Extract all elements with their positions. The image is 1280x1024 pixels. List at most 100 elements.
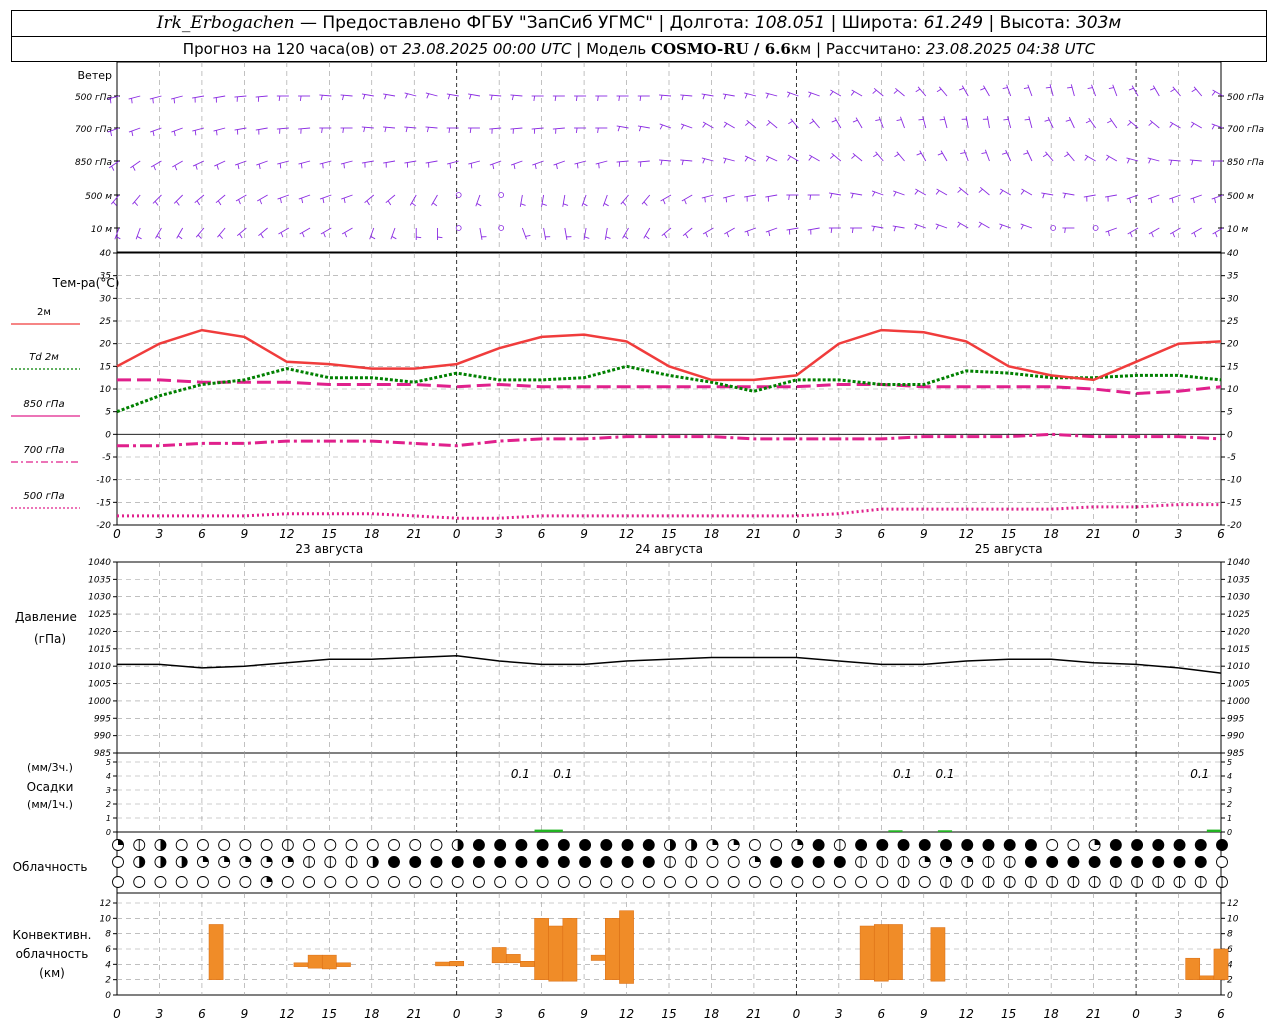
wind-barb — [1191, 227, 1202, 235]
wind-barb — [1149, 119, 1160, 129]
wind-barb-feather — [1169, 160, 1173, 166]
cloud-circle — [196, 839, 209, 851]
cloud-half — [670, 839, 676, 851]
wind-barb — [831, 152, 842, 162]
wind-barb-feather — [432, 202, 438, 207]
cloud-cover-symbol — [451, 876, 464, 888]
pressure-tick-label-left: 1010 — [88, 662, 111, 672]
wind-barb-feather — [765, 156, 770, 162]
cloud-full — [813, 839, 825, 851]
cloud-full — [537, 839, 549, 851]
cloud-full — [622, 856, 634, 868]
cloud-full — [579, 839, 591, 851]
cloud-full — [1046, 856, 1058, 868]
wind-barb — [852, 152, 863, 162]
wind-barb — [532, 160, 544, 166]
cloud-circle — [536, 876, 549, 888]
pressure-tick-label-right: 1005 — [1227, 680, 1250, 690]
wind-barb — [510, 127, 523, 130]
cloud-cover-symbol — [706, 856, 719, 868]
wind-barb — [298, 160, 311, 165]
cloud-cover-symbol — [918, 876, 931, 888]
wind-barb — [680, 159, 693, 162]
wind-barb — [425, 160, 438, 164]
wind-barb-feather — [1003, 118, 1009, 121]
wind-barb-feather — [1129, 197, 1132, 204]
wind-barb-feather — [684, 233, 689, 239]
wind-barb-feather — [131, 98, 133, 104]
cloud-full — [1131, 839, 1143, 851]
wind-barb-feather — [1084, 156, 1089, 161]
conv-title: облачность — [16, 947, 89, 961]
cloud-circle — [324, 839, 337, 851]
cloud-cover-symbol — [664, 876, 676, 888]
wind-barb — [256, 160, 268, 166]
cloud-circle — [557, 876, 570, 888]
cloud-circle — [366, 839, 379, 851]
conv-tick-label-left: 12 — [100, 899, 112, 909]
temp-tick-label-left: -5 — [102, 453, 111, 463]
wind-barb — [519, 194, 523, 207]
wind-barb-feather — [914, 224, 918, 230]
cloud-cover-symbol — [303, 876, 316, 888]
wind-barb-feather — [1129, 232, 1133, 238]
wind-barb-feather — [723, 123, 728, 128]
cloud-full — [558, 839, 570, 851]
wind-barb — [682, 227, 693, 237]
wind-barb — [194, 194, 205, 204]
wind-barb-feather — [279, 163, 282, 169]
wind-barb — [192, 160, 205, 167]
wind-barb — [1091, 84, 1097, 97]
cloud-cover-symbol — [961, 856, 974, 868]
wind-barb-feather — [513, 163, 516, 170]
wind-barb-feather — [520, 203, 526, 206]
wind-barb — [1007, 116, 1012, 129]
wind-barb — [917, 86, 927, 97]
x-tick-label-bottom: 15 — [661, 1007, 676, 1021]
conv-tick-label-left: 0 — [105, 991, 111, 1001]
x-tick-label-bottom: 6 — [538, 1007, 546, 1021]
temp-tick-label-right: 35 — [1227, 272, 1239, 282]
cloud-circle — [748, 876, 761, 888]
wind-barb — [385, 194, 396, 204]
cloud-full — [452, 856, 464, 868]
cloud-cover-symbol — [940, 856, 952, 868]
wind-barb-feather — [1023, 87, 1029, 90]
cloud-cover-symbol — [1088, 876, 1101, 888]
cloud-circle — [303, 839, 316, 851]
wind-barb-feather — [597, 127, 599, 134]
wind-barb — [510, 160, 523, 166]
legend-label: 850 гПа — [23, 399, 64, 410]
temp-tick-label-right: -20 — [1227, 521, 1242, 531]
cloud-cover-symbol — [218, 876, 231, 888]
wind-barb — [1193, 86, 1203, 97]
cloud-circle — [345, 839, 358, 851]
wind-barb — [1112, 84, 1118, 97]
wind-barb-feather — [915, 88, 921, 93]
wind-barb — [562, 194, 566, 207]
cloud-full — [643, 839, 655, 851]
cloud-full — [537, 856, 549, 868]
cloud-full — [473, 856, 485, 868]
x-tick-label-temp: 6 — [1217, 527, 1225, 541]
conv-cloud-bar — [1185, 957, 1201, 980]
wind-barb-feather — [639, 95, 642, 102]
wind-barb-feather — [723, 94, 727, 100]
wind-barb-feather — [702, 123, 707, 128]
cloud-circle — [154, 876, 167, 888]
x-tick-label-bottom: 9 — [241, 1007, 249, 1021]
x-tick-label-temp: 12 — [959, 527, 974, 541]
cloud-cover-symbol — [557, 839, 570, 851]
wind-barb — [171, 127, 183, 133]
x-tick-label-bottom: 21 — [407, 1007, 422, 1021]
cloud-cover-symbol — [685, 839, 698, 851]
wind-barb-feather — [153, 165, 156, 171]
wind-barb — [255, 127, 268, 131]
wind-barb-feather — [175, 201, 180, 206]
wind-level-label-left: 850 гПа — [75, 158, 112, 168]
cloud-cover-symbol — [1152, 856, 1165, 868]
wind-barb — [235, 194, 247, 202]
wind-barb — [940, 150, 948, 162]
x-tick-label-bottom: 21 — [1086, 1007, 1101, 1021]
conv-cloud-bar — [930, 927, 946, 982]
